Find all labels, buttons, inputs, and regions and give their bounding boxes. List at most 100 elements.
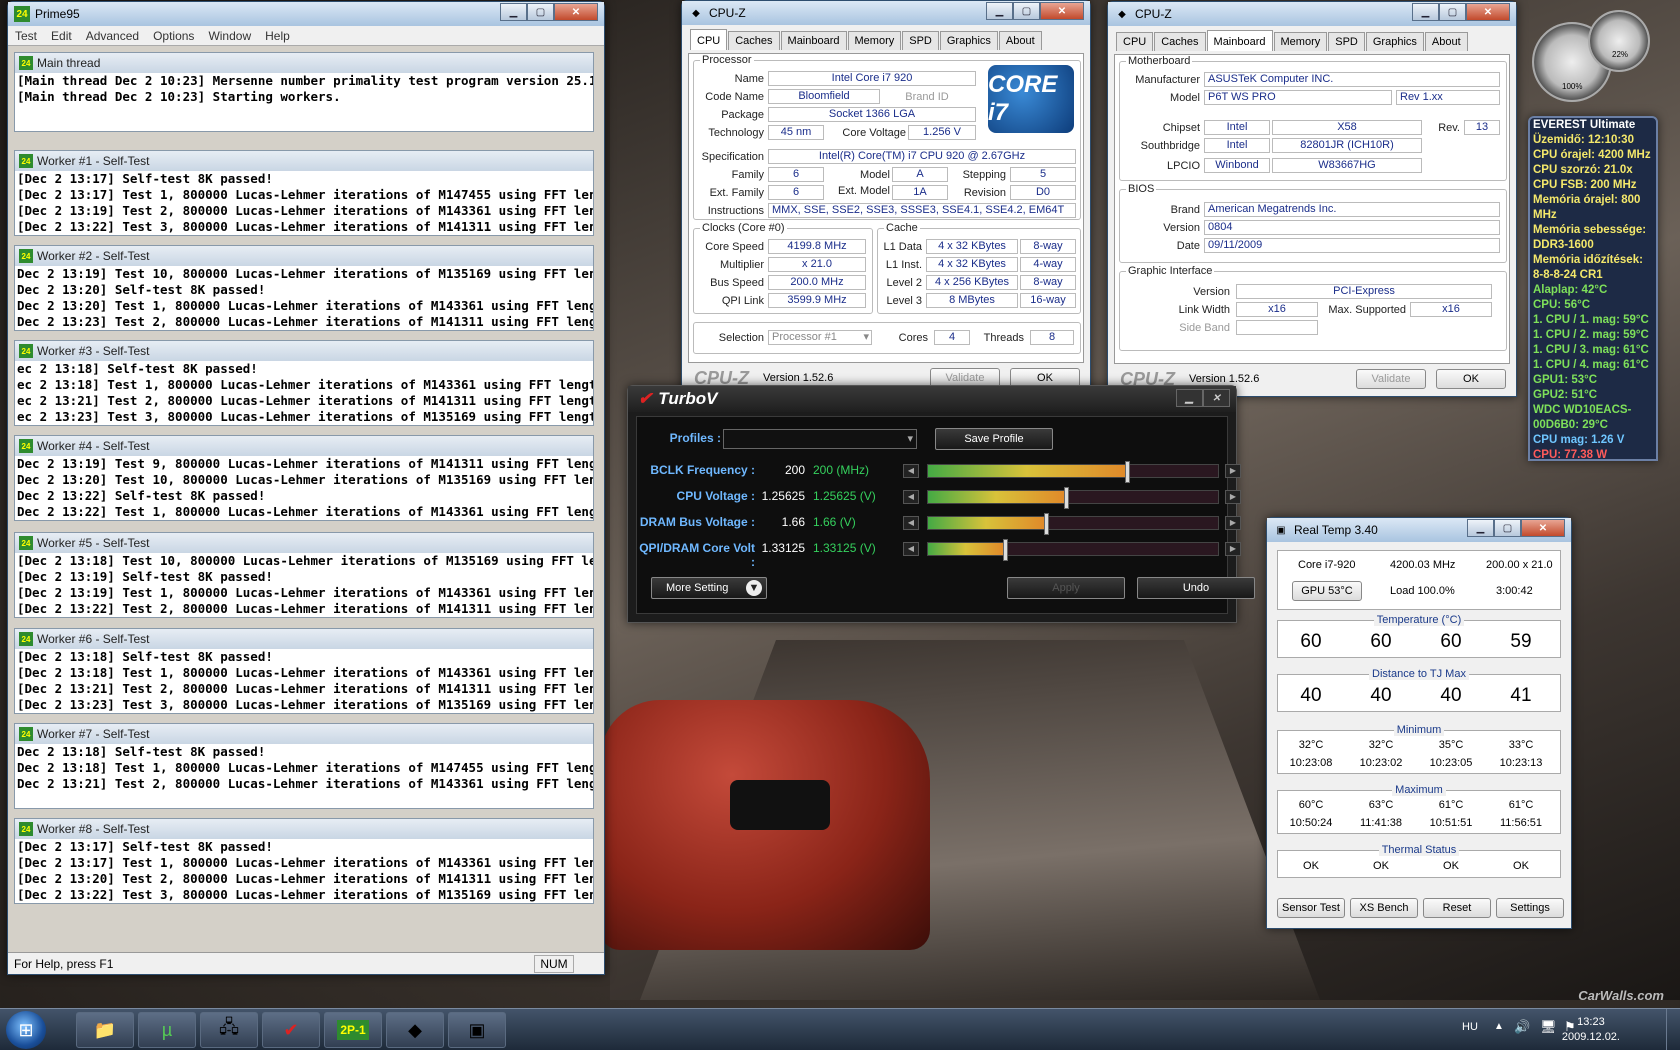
setting-slider[interactable] bbox=[927, 513, 1219, 535]
maximize-button[interactable]: ▢ bbox=[1439, 3, 1466, 21]
worker-pane[interactable]: 24 Worker #6 - Self-Test [Dec 2 13:18] Sel… bbox=[14, 628, 594, 714]
worker-pane[interactable]: 24 Worker #4 - Self-Test Dec 2 13:19] Test… bbox=[14, 435, 594, 521]
menu-edit[interactable]: Edit bbox=[44, 29, 79, 43]
tab-about[interactable]: About bbox=[1424, 32, 1468, 51]
worker-pane[interactable]: 24 Worker #3 - Self-Test ec 2 13:18] Self-… bbox=[14, 340, 594, 426]
undo-button[interactable]: Undo bbox=[1137, 577, 1255, 599]
revision-value: D0 bbox=[1010, 185, 1076, 200]
tab-mainboard[interactable]: Mainboard bbox=[780, 31, 847, 50]
decrease-arrow-icon[interactable]: ◀ bbox=[903, 490, 919, 504]
tab-graphics[interactable]: Graphics bbox=[1365, 32, 1424, 51]
profiles-dropdown[interactable]: ▾ bbox=[723, 429, 917, 449]
more-setting-button[interactable]: More Setting ▼ bbox=[651, 577, 767, 599]
taskbar-clock[interactable]: 13:23 2009.12.02. bbox=[1562, 1015, 1620, 1045]
slider-knob[interactable] bbox=[1003, 539, 1009, 561]
tab-caches[interactable]: Caches bbox=[728, 31, 780, 50]
minimize-button[interactable]: ▁ bbox=[1467, 519, 1494, 537]
realtemp-titlebar[interactable]: ▣ Real Temp 3.40 ▁ ▢ ✕ bbox=[1267, 518, 1571, 542]
worker-pane[interactable]: 24 Worker #5 - Self-Test [Dec 2 13:18] Tes… bbox=[14, 532, 594, 618]
turbov-titlebar[interactable]: ✔ TurboV ▁ ✕ bbox=[628, 386, 1236, 412]
increase-arrow-icon[interactable]: ▶ bbox=[1225, 490, 1241, 504]
decrease-arrow-icon[interactable]: ◀ bbox=[903, 464, 919, 478]
close-button[interactable]: ✕ bbox=[1040, 2, 1084, 20]
taskbar-turbov[interactable]: ✔ bbox=[262, 1012, 320, 1048]
tab-spd[interactable]: SPD bbox=[1328, 32, 1365, 51]
start-button[interactable]: ⊞ bbox=[6, 1011, 46, 1049]
increase-arrow-icon[interactable]: ▶ bbox=[1225, 516, 1241, 530]
taskbar-utorrent[interactable]: µ bbox=[138, 1012, 196, 1048]
minimize-button[interactable]: ▁ bbox=[1412, 3, 1439, 21]
graphic-interface-group: Graphic Interface Version PCI-Express Li… bbox=[1119, 265, 1507, 351]
close-button[interactable]: ✕ bbox=[1466, 3, 1510, 21]
menu-options[interactable]: Options bbox=[146, 29, 201, 43]
xs-bench-button[interactable]: XS Bench bbox=[1350, 898, 1418, 918]
network-tray-icon[interactable]: 🖥 bbox=[1540, 1019, 1557, 1035]
worker-pane[interactable]: 24 Worker #2 - Self-Test Dec 2 13:19] Test… bbox=[14, 245, 594, 331]
tab-about[interactable]: About bbox=[998, 31, 1042, 50]
main-thread-pane[interactable]: 24 Main thread [Main thread Dec 2 10:23] … bbox=[14, 52, 594, 132]
settings-button[interactable]: Settings bbox=[1496, 898, 1564, 918]
worker-pane[interactable]: 24 Worker #1 - Self-Test [Dec 2 13:17] Sel… bbox=[14, 150, 594, 236]
minimize-button[interactable]: ▁ bbox=[500, 3, 527, 21]
tab-spd[interactable]: SPD bbox=[902, 31, 939, 50]
cpuz-titlebar[interactable]: ◆ CPU-Z ▁ ▢ ✕ bbox=[682, 1, 1090, 25]
setting-slider[interactable] bbox=[927, 539, 1219, 561]
tab-cpu[interactable]: CPU bbox=[690, 29, 728, 50]
decrease-arrow-icon[interactable]: ◀ bbox=[903, 516, 919, 530]
menu-window[interactable]: Window bbox=[201, 29, 258, 43]
tab-cpu[interactable]: CPU bbox=[1116, 32, 1154, 51]
validate-button[interactable]: Validate bbox=[1356, 369, 1426, 389]
taskbar-cpuz[interactable]: ◆ bbox=[386, 1012, 444, 1048]
ok-button[interactable]: OK bbox=[1436, 369, 1506, 389]
cpuz-mainboard-window[interactable]: ◆ CPU-Z ▁ ▢ ✕ CPU Caches Mainboard Memory SPD Gr… bbox=[1107, 1, 1517, 397]
reset-button[interactable]: Reset bbox=[1423, 898, 1491, 918]
cpuz-cpu-window[interactable]: ◆ CPU-Z ▁ ▢ ✕ CPU Caches Mainboard Memory SPD Gr… bbox=[681, 0, 1091, 396]
taskbar-explorer[interactable]: 📁 bbox=[76, 1012, 134, 1048]
apply-button[interactable]: Apply bbox=[1007, 577, 1125, 599]
taskbar-network[interactable]: 🖧 bbox=[200, 1012, 258, 1048]
menu-help[interactable]: Help bbox=[258, 29, 297, 43]
language-indicator[interactable]: HU bbox=[1462, 1021, 1478, 1033]
close-button[interactable]: ✕ bbox=[1521, 519, 1565, 537]
close-button[interactable]: ✕ bbox=[1203, 389, 1230, 407]
taskbar-prime95[interactable]: 2P-1 bbox=[324, 1012, 382, 1048]
turbov-window[interactable]: ✔ TurboV ▁ ✕ Profiles : ▾ Save Profile BCL… bbox=[627, 385, 1255, 623]
worker-pane[interactable]: 24 Worker #7 - Self-Test Dec 2 13:18] Self… bbox=[14, 723, 594, 809]
gpu-temp-button[interactable]: GPU 53°C bbox=[1292, 581, 1362, 601]
processor-select[interactable]: Processor #1 ▾ bbox=[768, 330, 872, 345]
maximize-button[interactable]: ▢ bbox=[527, 3, 554, 21]
show-hidden-icons-icon[interactable]: ▲ bbox=[1494, 1021, 1504, 1032]
menu-advanced[interactable]: Advanced bbox=[79, 29, 146, 43]
slider-knob[interactable] bbox=[1125, 461, 1131, 483]
save-profile-button[interactable]: Save Profile bbox=[935, 428, 1053, 450]
show-desktop-button[interactable] bbox=[1666, 1009, 1680, 1050]
menu-test[interactable]: Test bbox=[8, 29, 44, 43]
setting-slider[interactable] bbox=[927, 461, 1219, 483]
cpuz-titlebar[interactable]: ◆ CPU-Z ▁ ▢ ✕ bbox=[1108, 2, 1516, 26]
increase-arrow-icon[interactable]: ▶ bbox=[1225, 542, 1241, 556]
tab-caches[interactable]: Caches bbox=[1154, 32, 1206, 51]
decrease-arrow-icon[interactable]: ◀ bbox=[903, 542, 919, 556]
worker-pane[interactable]: 24 Worker #8 - Self-Test [Dec 2 13:17] Sel… bbox=[14, 818, 594, 904]
slider-knob[interactable] bbox=[1044, 513, 1049, 535]
taskbar-realtemp[interactable]: ▣ bbox=[448, 1012, 506, 1048]
tab-memory[interactable]: Memory bbox=[847, 31, 902, 50]
realtemp-window[interactable]: ▣ Real Temp 3.40 ▁ ▢ ✕ Core i7-920 4200.03 … bbox=[1266, 517, 1572, 929]
tab-graphics[interactable]: Graphics bbox=[939, 31, 998, 50]
maximize-button[interactable]: ▢ bbox=[1494, 519, 1521, 537]
minimize-button[interactable]: ▁ bbox=[986, 2, 1013, 20]
slider-knob[interactable] bbox=[1064, 487, 1070, 509]
close-button[interactable]: ✕ bbox=[554, 3, 598, 21]
increase-arrow-icon[interactable]: ▶ bbox=[1225, 464, 1241, 478]
sensor-test-button[interactable]: Sensor Test bbox=[1277, 898, 1345, 918]
minimize-button[interactable]: ▁ bbox=[1176, 389, 1203, 407]
maximize-button[interactable]: ▢ bbox=[1013, 2, 1040, 20]
tab-memory[interactable]: Memory bbox=[1273, 32, 1328, 51]
prime95-titlebar[interactable]: 24 Prime95 ▁ ▢ ✕ bbox=[8, 2, 604, 26]
tab-mainboard[interactable]: Mainboard bbox=[1206, 30, 1273, 51]
volume-icon[interactable]: 🔊 bbox=[1514, 1019, 1530, 1035]
setting-slider[interactable] bbox=[927, 487, 1219, 509]
name-label: Name bbox=[734, 73, 764, 85]
core-temps-2: 60 bbox=[1440, 631, 1462, 652]
prime95-window[interactable]: 24 Prime95 ▁ ▢ ✕ Test Edit Advanced Options Wi… bbox=[7, 1, 605, 975]
